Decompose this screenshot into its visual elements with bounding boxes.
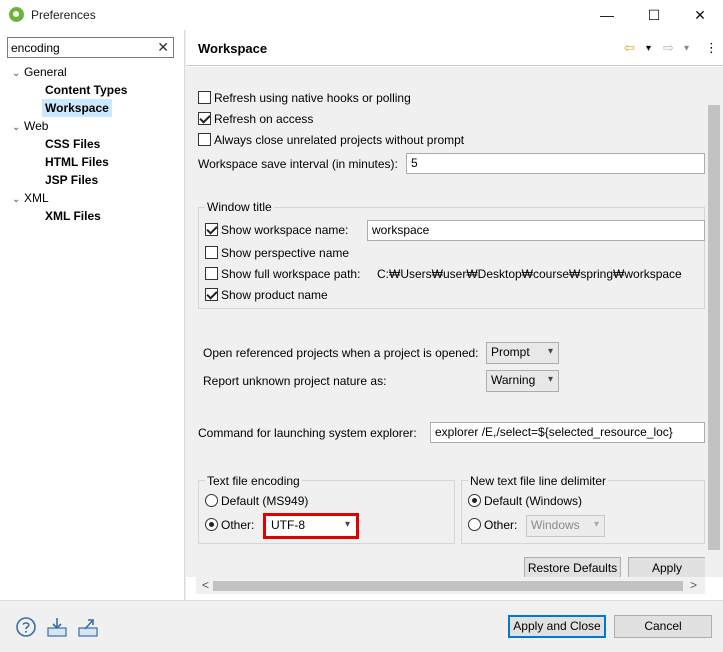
window-title-group-label: Window title — [205, 200, 274, 214]
close-button[interactable]: ✕ — [677, 0, 723, 30]
show-product-name-option[interactable]: Show product name — [205, 288, 328, 302]
header-separator — [186, 65, 723, 66]
show-workspace-name-checkbox[interactable] — [205, 223, 218, 236]
refresh-native-option[interactable]: Refresh using native hooks or polling — [198, 91, 411, 105]
import-icon[interactable] — [46, 616, 68, 638]
expand-arrow-icon[interactable]: ⌄ — [12, 119, 24, 137]
encoding-other-option[interactable]: Other: — [205, 518, 254, 532]
minimize-button[interactable]: — — [584, 0, 630, 30]
explorer-command-label: Command for launching system explorer: — [198, 426, 417, 440]
delimiter-other-option[interactable]: Other: — [468, 518, 517, 532]
always-close-checkbox[interactable] — [198, 133, 211, 146]
show-full-path-checkbox[interactable] — [205, 267, 218, 280]
show-perspective-name-checkbox[interactable] — [205, 246, 218, 259]
chevron-down-icon: ▾ — [344, 519, 350, 530]
refresh-access-checkbox[interactable] — [198, 112, 211, 125]
open-referenced-label: Open referenced projects when a project … — [203, 346, 479, 360]
expand-arrow-icon[interactable]: ⌄ — [12, 65, 24, 83]
clear-filter-icon[interactable]: ✕ — [157, 39, 169, 56]
tree-item-css-files[interactable]: CSS Files — [45, 135, 100, 153]
explorer-command-input[interactable]: explorer /E,/select=${selected_resource_… — [430, 422, 705, 443]
tree-item-jsp-files[interactable]: JSP Files — [45, 171, 98, 189]
tree-item-html-files[interactable]: HTML Files — [45, 153, 109, 171]
tree-item-xml[interactable]: ⌄ XML — [12, 189, 49, 207]
save-interval-label: Workspace save interval (in minutes): — [198, 157, 398, 171]
save-interval-input[interactable]: 5 — [406, 153, 705, 174]
delimiter-select[interactable]: Windows ▾ — [526, 515, 605, 537]
filter-field[interactable]: ✕ — [7, 37, 174, 58]
report-unknown-label: Report unknown project nature as: — [203, 374, 387, 388]
encoding-default-radio[interactable] — [205, 494, 218, 507]
chevron-down-icon: ▾ — [593, 519, 599, 530]
scroll-right-icon[interactable]: > — [690, 578, 697, 592]
vertical-scroll-thumb[interactable] — [708, 105, 720, 550]
always-close-option[interactable]: Always close unrelated projects without … — [198, 133, 464, 147]
spring-app-icon — [9, 7, 24, 22]
encoding-default-option[interactable]: Default (MS949) — [205, 494, 308, 508]
expand-arrow-icon[interactable]: ⌄ — [12, 191, 24, 209]
encoding-select[interactable]: UTF-8 ▾ — [266, 516, 356, 536]
filter-input[interactable] — [8, 38, 153, 57]
show-perspective-name-option[interactable]: Show perspective name — [205, 246, 349, 260]
tree-item-workspace[interactable]: Workspace — [42, 99, 112, 117]
cancel-button[interactable]: Cancel — [614, 615, 712, 638]
delimiter-default-option[interactable]: Default (Windows) — [468, 494, 582, 508]
horizontal-scroll-thumb[interactable] — [213, 581, 683, 591]
back-arrow-icon[interactable]: ⇦ — [624, 40, 635, 56]
chevron-down-icon: ▾ — [547, 374, 553, 385]
export-icon[interactable] — [77, 616, 99, 638]
help-icon[interactable] — [15, 616, 37, 638]
tree-item-general[interactable]: ⌄ General — [12, 63, 67, 81]
maximize-button[interactable]: ☐ — [631, 0, 677, 30]
back-history-dropdown-icon[interactable]: ▾ — [646, 43, 651, 54]
delimiter-default-radio[interactable] — [468, 494, 481, 507]
encoding-other-radio[interactable] — [205, 518, 218, 531]
tree-item-content-types[interactable]: Content Types — [45, 81, 127, 99]
show-product-name-checkbox[interactable] — [205, 288, 218, 301]
line-delimiter-group-label: New text file line delimiter — [468, 474, 609, 488]
text-encoding-group-label: Text file encoding — [205, 474, 302, 488]
chevron-down-icon: ▾ — [547, 346, 553, 357]
delimiter-other-radio[interactable] — [468, 518, 481, 531]
tree-item-web[interactable]: ⌄ Web — [12, 117, 48, 135]
full-workspace-path: C:₩Users₩user₩Desktop₩course₩spring₩work… — [377, 267, 682, 281]
view-menu-icon[interactable]: ⋮ — [705, 40, 718, 56]
report-unknown-select[interactable]: Warning ▾ — [486, 370, 559, 392]
show-workspace-name-option[interactable]: Show workspace name: — [205, 223, 348, 237]
window-title: Preferences — [31, 8, 96, 22]
tree-item-xml-files[interactable]: XML Files — [45, 207, 101, 225]
forward-arrow-icon[interactable]: ⇨ — [663, 40, 674, 56]
refresh-access-option[interactable]: Refresh on access — [198, 112, 313, 126]
scroll-left-icon[interactable]: < — [202, 578, 209, 592]
apply-and-close-button[interactable]: Apply and Close — [508, 615, 606, 638]
page-title: Workspace — [198, 41, 268, 56]
forward-history-dropdown-icon[interactable]: ▾ — [684, 43, 689, 54]
show-full-path-option[interactable]: Show full workspace path: — [205, 267, 360, 281]
workspace-name-input[interactable]: workspace — [367, 220, 705, 241]
refresh-native-checkbox[interactable] — [198, 91, 211, 104]
open-referenced-select[interactable]: Prompt ▾ — [486, 342, 559, 364]
